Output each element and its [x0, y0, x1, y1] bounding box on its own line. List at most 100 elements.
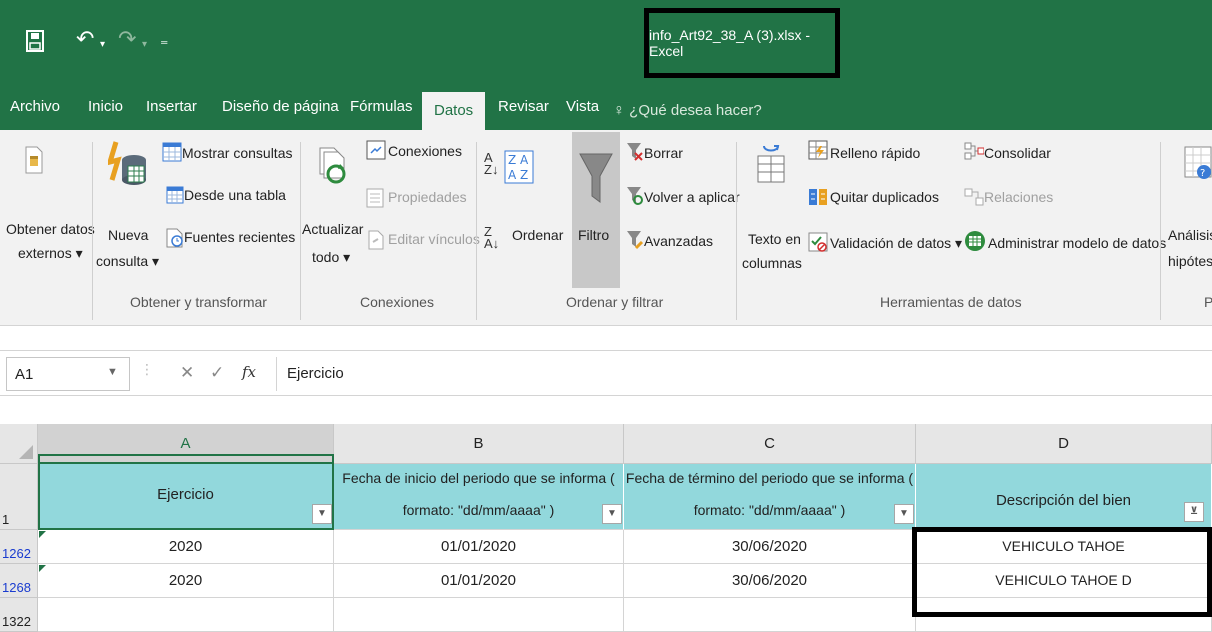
consolidate-label: Consolidar — [984, 145, 1051, 161]
undo-dropdown-icon[interactable]: ▾ — [100, 34, 105, 56]
cell-d1262[interactable]: VEHICULO TAHOE — [916, 530, 1212, 564]
column-header-c[interactable]: C — [624, 424, 916, 464]
error-indicator — [39, 531, 46, 538]
cell-c1322[interactable] — [624, 598, 916, 632]
cell-b1322[interactable] — [334, 598, 624, 632]
sort-za-icon[interactable]: Z A↓ — [484, 225, 499, 250]
customize-qat-icon[interactable]: ₌ — [160, 30, 168, 52]
from-table-label: Desde una tabla — [184, 187, 286, 203]
cell-value: 2020 — [168, 538, 203, 555]
tab-archivo[interactable]: Archivo — [10, 94, 60, 120]
group-separator — [92, 142, 93, 320]
header-cell-fecha-termino[interactable]: Fecha de término del periodo que se info… — [624, 464, 916, 530]
new-query-label-2: consulta ▾ — [96, 253, 160, 269]
flash-fill-icon — [808, 140, 828, 163]
filter-button[interactable]: Filtro — [572, 132, 620, 288]
group-label-obtener-transformar: Obtener y transformar — [130, 294, 267, 310]
sort-icon: Z AA Z — [504, 150, 534, 187]
sort-az-icon[interactable]: A Z↓ — [484, 151, 498, 176]
group-separator — [1160, 142, 1161, 320]
tab-diseno-pagina[interactable]: Diseño de página — [222, 94, 339, 120]
filter-dropdown-icon[interactable]: ▼ — [602, 504, 622, 524]
confirm-entry-icon[interactable]: ✓ — [210, 363, 224, 383]
tab-insertar[interactable]: Insertar — [146, 94, 197, 120]
select-all-corner[interactable] — [0, 424, 38, 464]
redo-dropdown-icon[interactable]: ▾ — [142, 34, 147, 56]
header-cell-descripcion[interactable]: Descripción del bien ⊻ — [916, 464, 1212, 530]
cell-a1322[interactable] — [38, 598, 334, 632]
group-separator — [300, 142, 301, 320]
row-header-1262[interactable]: 1262 — [0, 530, 38, 564]
tab-vista[interactable]: Vista — [566, 94, 599, 120]
external-data-icon — [24, 146, 44, 177]
column-header-d[interactable]: D — [916, 424, 1212, 464]
connections-label: Conexiones — [388, 143, 462, 159]
column-header-b[interactable]: B — [334, 424, 624, 464]
cell-b1268[interactable]: 01/01/2020 — [334, 564, 624, 598]
cell-value: VEHICULO TAHOE D — [995, 572, 1132, 588]
flash-fill-label: Relleno rápido — [830, 145, 921, 161]
header-cell-ejercicio[interactable]: Ejercicio ▼ — [38, 464, 334, 530]
cell-a1268[interactable]: 2020 — [38, 564, 334, 598]
formula-input[interactable]: Ejercicio — [276, 357, 1212, 391]
row-header-1268[interactable]: 1268 — [0, 564, 38, 598]
undo-icon[interactable]: ↶ — [76, 28, 94, 50]
relationships-label: Relaciones — [984, 189, 1054, 205]
insert-function-icon[interactable]: fx — [242, 363, 256, 381]
tab-formulas[interactable]: Fórmulas — [350, 94, 413, 120]
what-if-analysis-label-2: hipótes — [1168, 253, 1212, 269]
tab-revisar[interactable]: Revisar — [498, 94, 549, 120]
row-header-1[interactable]: 1 — [0, 464, 38, 530]
header-cell-text: Ejercicio — [157, 486, 214, 503]
what-if-analysis-label-1: Análisis — [1168, 227, 1212, 243]
from-table-icon — [166, 186, 184, 207]
filter-dropdown-icon[interactable]: ▼ — [894, 504, 914, 524]
window-title: info_Art92_38_A (3).xlsx - Excel — [644, 8, 840, 78]
cell-value: 01/01/2020 — [440, 538, 517, 555]
tab-datos[interactable]: Datos — [422, 92, 486, 130]
name-box-dropdown-icon[interactable]: ▼ — [107, 366, 118, 378]
data-validation-label: Validación de datos ▾ — [830, 235, 963, 251]
group-separator — [476, 142, 477, 320]
consolidate-icon — [964, 142, 985, 163]
row-header-1322[interactable]: 1322 — [0, 598, 38, 632]
svg-text:A Z: A Z — [508, 168, 528, 182]
recent-sources-label: Fuentes recientes — [184, 229, 296, 245]
column-header-a[interactable]: A — [38, 424, 334, 464]
cancel-entry-icon[interactable]: ✕ — [180, 363, 194, 383]
save-icon[interactable] — [26, 30, 44, 56]
cell-c1268[interactable]: 30/06/2020 — [624, 564, 916, 598]
data-validation-icon — [808, 232, 828, 255]
header-cell-text-line2: formato: "dd/mm/aaaa" ) — [402, 502, 555, 518]
ribbon-datos: Obtener datos externos ▾ Nueva consulta … — [0, 130, 1212, 326]
window-title-text: info_Art92_38_A (3).xlsx - Excel — [649, 27, 811, 59]
cell-value: 30/06/2020 — [731, 572, 808, 589]
cell-a1262[interactable]: 2020 — [38, 530, 334, 564]
header-cell-text-line1: Fecha de término del periodo que se info… — [625, 470, 914, 486]
ribbon-tabs: Archivo Inicio Insertar Diseño de página… — [0, 84, 1212, 130]
formula-options-icon: ⋮ — [140, 361, 154, 377]
row-number: 1262 — [2, 546, 31, 561]
formula-bar: A1 ▼ ⋮ ✕ ✓ fx Ejercicio — [0, 350, 1212, 396]
name-box[interactable]: A1 ▼ — [6, 357, 130, 391]
tab-inicio[interactable]: Inicio — [88, 94, 123, 120]
svg-text:?: ? — [1200, 168, 1205, 179]
group-separator — [736, 142, 737, 320]
reapply-icon — [626, 186, 644, 209]
cell-d1322[interactable] — [916, 598, 1212, 632]
redo-icon[interactable]: ↷ — [118, 28, 136, 50]
cell-b1262[interactable]: 01/01/2020 — [334, 530, 624, 564]
properties-label: Propiedades — [388, 189, 467, 205]
title-bar: ↶ ▾ ↷ ▾ ₌ info_Art92_38_A (3).xlsx - Exc… — [0, 0, 1212, 84]
tell-me-search[interactable]: ♀ ¿Qué desea hacer? — [613, 102, 762, 120]
edit-links-label: Editar vínculos — [388, 231, 480, 247]
clear-filter-label: Borrar — [644, 145, 683, 161]
filter-dropdown-icon[interactable]: ▼ — [312, 504, 332, 524]
filter-active-icon[interactable]: ⊻ — [1184, 502, 1204, 522]
group-label-conexiones: Conexiones — [360, 294, 434, 310]
cell-c1262[interactable]: 30/06/2020 — [624, 530, 916, 564]
name-box-value: A1 — [15, 366, 34, 383]
formula-input-value: Ejercicio — [287, 365, 344, 382]
cell-d1268[interactable]: VEHICULO TAHOE D — [916, 564, 1212, 598]
header-cell-fecha-inicio[interactable]: Fecha de inicio del periodo que se infor… — [334, 464, 624, 530]
